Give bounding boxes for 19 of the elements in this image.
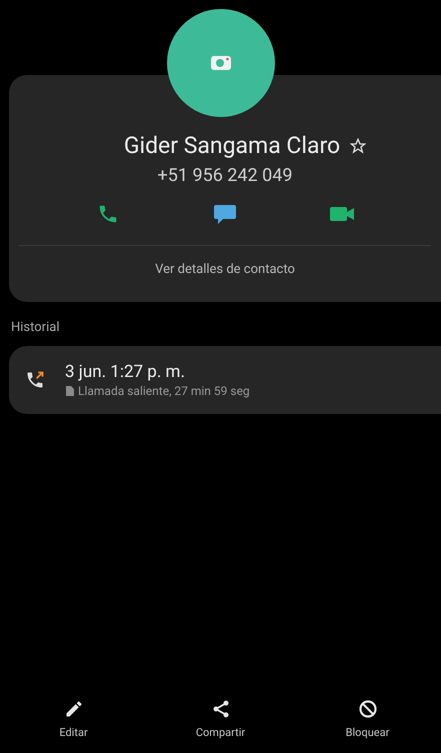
block-button[interactable]: Bloquear bbox=[294, 694, 441, 745]
phone-number: +51 956 242 049 bbox=[158, 164, 292, 188]
pencil-icon bbox=[64, 698, 84, 718]
outgoing-call-icon bbox=[25, 370, 45, 390]
call-log-entry[interactable]: 3 jun. 1:27 p. m. Llamada saliente, 27 min 59 seg bbox=[9, 346, 441, 414]
call-time: 3 jun. 1:27 p. m. bbox=[65, 360, 186, 382]
call-detail: Llamada saliente, 27 min 59 seg bbox=[78, 382, 250, 398]
chat-bubble-icon bbox=[212, 203, 237, 225]
edit-button[interactable]: Editar bbox=[0, 694, 147, 745]
sim-icon bbox=[65, 386, 74, 396]
camera-icon bbox=[210, 55, 232, 71]
star-icon[interactable] bbox=[350, 138, 366, 154]
contact-details-link[interactable]: Ver detalles de contacto bbox=[155, 248, 295, 292]
share-icon bbox=[210, 698, 230, 718]
share-button[interactable]: Compartir bbox=[147, 694, 294, 745]
contact-name: Gider Sangama Claro bbox=[124, 131, 340, 161]
video-camera-icon bbox=[329, 205, 356, 223]
section-title: Historial bbox=[11, 319, 60, 337]
block-icon bbox=[358, 698, 378, 718]
